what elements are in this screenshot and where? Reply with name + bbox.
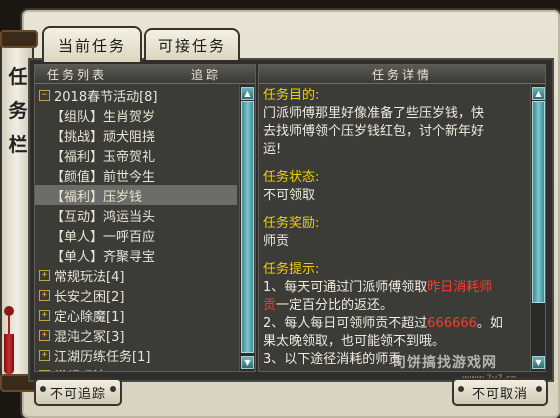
quest-label: 【互动】鸿运当头 [51,209,156,225]
quest-label: 【福利】压岁钱 [51,189,143,205]
status-value: 不可领取 [263,188,316,203]
quest-label: 2018春节活动[8] [54,89,158,105]
quest-item-row[interactable]: 【福利】玉帝贺礼 [35,145,237,165]
scroll-down-icon[interactable]: ▼ [532,356,545,369]
cancel-quest-button[interactable]: 不可取消 [452,378,548,406]
quest-label: 【颜值】前世今生 [51,169,156,185]
quest-label: 常规玩法[4] [54,269,125,285]
quest-detail-pane: 任务详情 任务目的: 门派师傅那里好像准备了些压岁钱，快 去找师傅领个压岁钱红包… [258,64,546,372]
quest-item-row[interactable]: 【单人】齐聚寻宝 [35,245,237,265]
quest-label: 常规玩法[1] [54,366,124,372]
tip-1-highlight: 昨日消耗师 [427,280,493,295]
scrollbar-thumb[interactable] [241,101,254,353]
quest-label: 混沌之冢[3] [54,329,125,345]
quest-group-row[interactable]: + 长安之困[2] [35,285,237,305]
quest-item-row[interactable]: 【福利】压岁钱 [35,185,237,205]
expand-icon[interactable]: + [39,369,50,371]
expand-icon[interactable]: + [39,289,50,301]
quest-list-pane: 任务列表 追踪 −2018春节活动[8] 【组队】生肖贺岁 【挑战】顽犬阻挠 【福利】… [34,64,256,372]
track-column-title: 追踪 [191,67,222,82]
quest-item-row[interactable]: 【单人】一呼百应 [35,225,237,245]
detail-scrollbar[interactable]: ▲ ▼ [530,85,545,371]
goal-line: 去找师傅领个压岁钱红包，讨个新年好 [263,124,485,139]
quest-item-row[interactable]: 【挑战】顽犬阻挠 [35,125,237,145]
quest-item-row[interactable]: 【组队】生肖贺岁 [35,105,237,125]
quest-label: 【组队】生肖贺岁 [51,109,156,125]
quest-label: 江湖历练任务[1] [54,349,151,365]
scroll-cap-top [0,30,38,48]
goal-line: 运! [263,142,282,157]
expand-icon[interactable]: + [39,309,50,321]
banner-char-2: 务 [8,100,28,122]
quest-list-title: 任务列表 [47,67,108,82]
quest-label: 【单人】齐聚寻宝 [51,249,156,265]
tip-1-cont: 贡一定百分比的返还。 [263,298,394,313]
tab-current-quests[interactable]: 当前任务 [42,26,142,62]
quest-group-row[interactable]: + 混沌之冢[3] [35,325,237,345]
goal-line: 门派师傅那里好像准备了些压岁钱，快 [263,106,485,121]
reward-label: 任务奖励: [263,216,320,231]
quest-detail-body: 任务目的: 门派师傅那里好像准备了些压岁钱，快 去找师傅领个压岁钱红包，讨个新年… [259,85,533,369]
tassel-ornament [4,306,14,376]
expand-icon[interactable]: + [39,269,50,281]
quest-label: 【福利】玉帝贺礼 [51,149,156,165]
quest-label: 【挑战】顽犬阻挠 [51,129,156,145]
quest-label: 定心除魔[1] [54,309,125,325]
quest-label: 长安之困[2] [54,289,125,305]
scroll-down-icon[interactable]: ▼ [241,356,254,369]
scroll-up-icon[interactable]: ▲ [532,87,545,100]
untrack-button[interactable]: 不可追踪 [34,378,122,406]
tips-label: 任务提示: [263,262,320,277]
scrollbar-thumb[interactable] [532,101,545,303]
quest-detail-header: 任务详情 [259,65,545,84]
quest-item-row[interactable]: 【互动】鸿运当头 [35,205,237,225]
quest-item-row[interactable]: 【颜值】前世今生 [35,165,237,185]
tab-available-quests[interactable]: 可接任务 [144,28,240,60]
status-label: 任务状态: [263,170,320,185]
quest-group-row[interactable]: + 定心除魔[1] [35,305,237,325]
quest-list-scrollbar[interactable]: ▲ ▼ [239,85,254,371]
quest-group-row[interactable]: + 江湖历练任务[1] [35,345,237,365]
collapse-icon[interactable]: − [39,89,50,101]
tip-2-highlight: 666666 [427,316,477,331]
tip-2: 2、每人每日可领师贡不超过666666。如 [263,316,503,331]
quest-group-row[interactable]: −2018春节活动[8] [35,85,237,105]
quest-group-row[interactable]: + 常规玩法[4] [35,265,237,285]
banner-title: 任 务 栏 [7,60,29,162]
reward-value: 师贡 [263,234,290,249]
quest-label: 【单人】一呼百应 [51,229,156,245]
tip-1: 1、每天可通过门派师傅领取昨日消耗师 [263,280,493,295]
banner-char-3: 栏 [8,134,28,156]
goal-label: 任务目的: [263,88,320,103]
tip-2-cont: 果太晚领取，也可能领不到哦。 [263,334,446,349]
scroll-up-icon[interactable]: ▲ [241,87,254,100]
quest-list: −2018春节活动[8] 【组队】生肖贺岁 【挑战】顽犬阻挠 【福利】玉帝贺礼 【颜值】… [35,85,237,371]
watermark-text: 司饼搞找游戏网 [392,355,497,371]
quest-list-header: 任务列表 追踪 [35,65,255,84]
quest-group-row[interactable]: + 常规玩法[1] [35,365,237,372]
expand-icon[interactable]: + [39,329,50,341]
banner-char-1: 任 [8,66,28,88]
expand-icon[interactable]: + [39,349,50,361]
quest-log-window: 任 务 栏 当前任务 可接任务 任务列表 追踪 −2018春节活动[8] 【组队】… [0,0,560,418]
